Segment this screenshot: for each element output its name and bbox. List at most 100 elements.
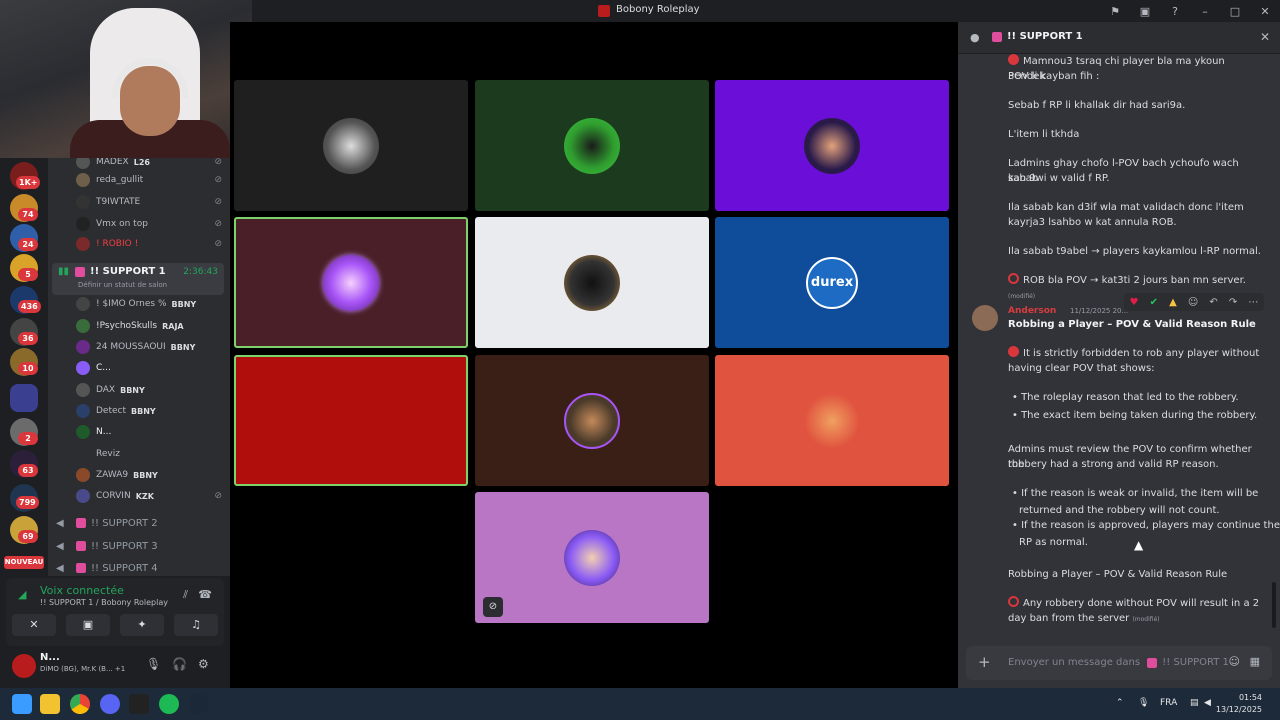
- message-line: It is strictly forbidden to rob any play…: [1008, 346, 1264, 361]
- avatar[interactable]: [12, 654, 36, 678]
- speaker-icon: ◀: [56, 540, 64, 552]
- message-line: day ban from the server (modifié): [1008, 613, 1160, 624]
- forward-icon[interactable]: ↷: [1229, 297, 1237, 308]
- member-name: ZAWA9: [96, 470, 129, 480]
- message-input[interactable]: + Envoyer un message dans !! SUPPORT 1 ☺…: [966, 646, 1272, 680]
- close-button[interactable]: ✕: [1250, 5, 1280, 18]
- participant-tile[interactable]: [475, 217, 709, 348]
- camera-off-button[interactable]: ✕: [12, 614, 56, 636]
- member-tag: BBNY: [133, 470, 158, 480]
- voice-member[interactable]: ! $IMO Ornes % BBNY: [76, 294, 226, 314]
- voice-member[interactable]: ZAWA9 BBNY: [76, 465, 226, 485]
- avatar: [76, 340, 90, 354]
- chat-bubble-icon: ●: [970, 31, 980, 44]
- windows-start-icon[interactable]: [12, 694, 32, 714]
- new-badge[interactable]: NOUVEAU: [4, 556, 44, 569]
- voice-status-subtitle[interactable]: !! SUPPORT 1 / Bobony Roleplay: [40, 598, 168, 607]
- message-line: Ila sabab kan d3if wla mat validach donc…: [1008, 202, 1244, 213]
- avatar: [76, 383, 90, 397]
- capcut-icon[interactable]: [129, 694, 149, 714]
- apps-icon[interactable]: ▦: [1250, 655, 1260, 668]
- voice-member[interactable]: Vmx on top ⊘: [76, 214, 226, 234]
- add-reaction-icon[interactable]: ☺: [1188, 297, 1198, 308]
- signal-icon[interactable]: ◢: [18, 588, 26, 601]
- avatar[interactable]: [972, 305, 998, 331]
- message-line: returned and the robbery will not count.: [1019, 505, 1220, 516]
- minimize-button[interactable]: –: [1190, 5, 1220, 18]
- voice-member[interactable]: reda_gullit ⊘: [76, 170, 226, 190]
- participant-tile[interactable]: [234, 355, 468, 486]
- prohibited-icon: [1008, 596, 1019, 607]
- voice-member[interactable]: 24 MOUSSAOUI BBNY: [76, 337, 226, 357]
- attach-plus-icon[interactable]: +: [978, 653, 991, 671]
- chrome-icon[interactable]: [70, 694, 90, 714]
- voice-channel-support-3[interactable]: ◀ !! SUPPORT 3: [56, 535, 226, 557]
- folder-icon[interactable]: [10, 384, 38, 412]
- server-badge: 63: [18, 464, 38, 477]
- headphones-icon[interactable]: 🎧: [172, 657, 187, 671]
- server-badge: 2: [18, 432, 38, 445]
- screen-icon[interactable]: ▣: [1130, 5, 1160, 18]
- member-name: DAX: [96, 385, 116, 395]
- message-author[interactable]: Anderson: [1008, 306, 1056, 316]
- chat-scrollbar[interactable]: [1272, 582, 1276, 628]
- edited-label: (modifié): [1008, 293, 1036, 300]
- channel-name: !! SUPPORT 2: [91, 517, 158, 529]
- voice-member[interactable]: Detect BBNY: [76, 401, 226, 421]
- voice-member[interactable]: CORVIN KZK ⊘: [76, 486, 226, 506]
- participant-avatar: [804, 117, 860, 174]
- voice-member[interactable]: ! ROBIO ! ⊘: [76, 234, 226, 254]
- participant-tile[interactable]: [234, 217, 468, 348]
- taskbar-clock[interactable]: 01:54 13/12/2025: [1216, 692, 1262, 716]
- noise-suppression-icon[interactable]: ⫽: [183, 588, 188, 602]
- check-reaction-icon[interactable]: ✔: [1150, 297, 1158, 308]
- emoji-icon[interactable]: ☺: [1229, 655, 1240, 668]
- more-icon[interactable]: ⋯: [1248, 297, 1258, 308]
- reply-icon[interactable]: ↶: [1209, 297, 1217, 308]
- tray-chevron-icon[interactable]: ⌃: [1116, 698, 1124, 708]
- microphone-icon[interactable]: 🎙: [146, 657, 161, 671]
- thumbs-up-reaction-icon[interactable]: ▲: [1169, 297, 1177, 308]
- volume-icon[interactable]: ◀: [1204, 698, 1211, 708]
- heart-reaction-icon[interactable]: ♥: [1130, 297, 1139, 308]
- participant-tile[interactable]: ⊘: [475, 492, 709, 623]
- deafened-icon: ⊘: [214, 491, 222, 501]
- voice-member[interactable]: T9IWTATE ⊘: [76, 192, 226, 212]
- voice-member[interactable]: !PsychoSkulls RAJA: [76, 316, 226, 336]
- screen-share-button[interactable]: ▣: [66, 614, 110, 636]
- clock-time: 01:54: [1238, 693, 1262, 702]
- spotify-icon[interactable]: [159, 694, 179, 714]
- voice-channel-support-4[interactable]: ◀ !! SUPPORT 4: [56, 557, 226, 576]
- disconnect-icon[interactable]: ☎: [198, 588, 212, 601]
- message-placeholder[interactable]: Envoyer un message dans !! SUPPORT 1: [1008, 657, 1229, 668]
- tray-microphone-icon[interactable]: 🎙: [1138, 698, 1149, 708]
- server-badge: 1K+: [16, 176, 41, 189]
- channel-status[interactable]: Définir un statut de salon: [78, 281, 167, 289]
- file-explorer-icon[interactable]: [40, 694, 60, 714]
- avatar: [76, 297, 90, 311]
- inbox-icon[interactable]: ⚑: [1100, 5, 1130, 18]
- voice-channel-support-1[interactable]: ▮▮ !! SUPPORT 1 2:36:43 Définir un statu…: [52, 263, 224, 295]
- participant-tile[interactable]: durex: [715, 217, 949, 348]
- soundboard-button[interactable]: ♫: [174, 614, 218, 636]
- voice-member[interactable]: DAX BBNY: [76, 380, 226, 400]
- participant-tile[interactable]: [715, 80, 949, 211]
- close-icon[interactable]: ✕: [1260, 30, 1270, 44]
- settings-gear-icon[interactable]: ⚙: [198, 657, 209, 671]
- maximize-button[interactable]: □: [1220, 5, 1250, 18]
- participant-tile[interactable]: [715, 355, 949, 486]
- network-icon[interactable]: ▤: [1190, 698, 1199, 708]
- participant-tile[interactable]: [234, 80, 468, 211]
- voice-member[interactable]: C...: [76, 358, 226, 378]
- participant-tile[interactable]: [475, 80, 709, 211]
- activities-button[interactable]: ✦: [120, 614, 164, 636]
- voice-channel-support-2[interactable]: ◀ !! SUPPORT 2: [56, 512, 226, 534]
- discord-icon[interactable]: [100, 694, 120, 714]
- language-indicator[interactable]: FRA: [1160, 698, 1177, 708]
- voice-member[interactable]: N...: [76, 422, 226, 442]
- steam-icon[interactable]: [189, 694, 209, 714]
- help-icon[interactable]: ?: [1160, 5, 1190, 18]
- server-badge: 69: [18, 530, 38, 543]
- participant-tile[interactable]: [475, 355, 709, 486]
- voice-member[interactable]: Reviz: [76, 444, 226, 464]
